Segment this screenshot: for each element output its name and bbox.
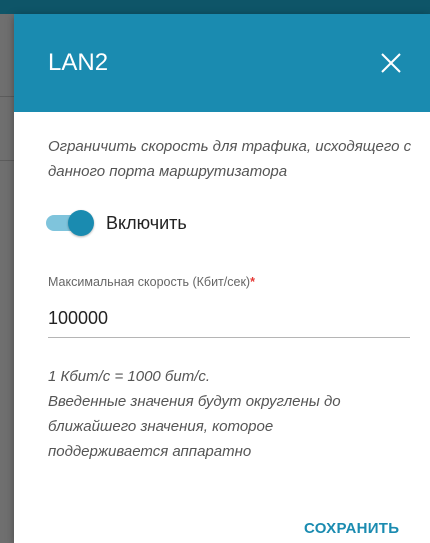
speed-note-line2: Введенные значения будут округлены до бл… — [48, 393, 341, 460]
save-button[interactable]: СОХРАНИТЬ — [304, 520, 399, 537]
max-speed-label: Максимальная скорость (Кбит/сек)* — [48, 274, 255, 290]
toggle-knob — [68, 210, 94, 236]
close-button[interactable] — [378, 50, 404, 76]
enable-toggle[interactable] — [46, 210, 98, 236]
max-speed-label-text: Максимальная скорость (Кбит/сек) — [48, 275, 251, 289]
dialog-title: LAN2 — [48, 49, 109, 76]
backdrop-header-strip — [0, 0, 430, 14]
speed-note-line1: 1 Кбит/с = 1000 бит/с. — [48, 368, 211, 385]
dialog-header: LAN2 — [14, 14, 430, 112]
lan2-dialog: LAN2 Ограничить скорость для трафика, ис… — [14, 14, 430, 543]
max-speed-input[interactable] — [48, 300, 410, 338]
required-mark: * — [250, 275, 255, 289]
close-icon — [381, 53, 401, 73]
dialog-description: Ограничить скорость для трафика, исходящ… — [48, 138, 412, 180]
speed-note: 1 Кбит/с = 1000 бит/с. Введенные значени… — [48, 364, 378, 464]
enable-toggle-label: Включить — [106, 213, 187, 233]
